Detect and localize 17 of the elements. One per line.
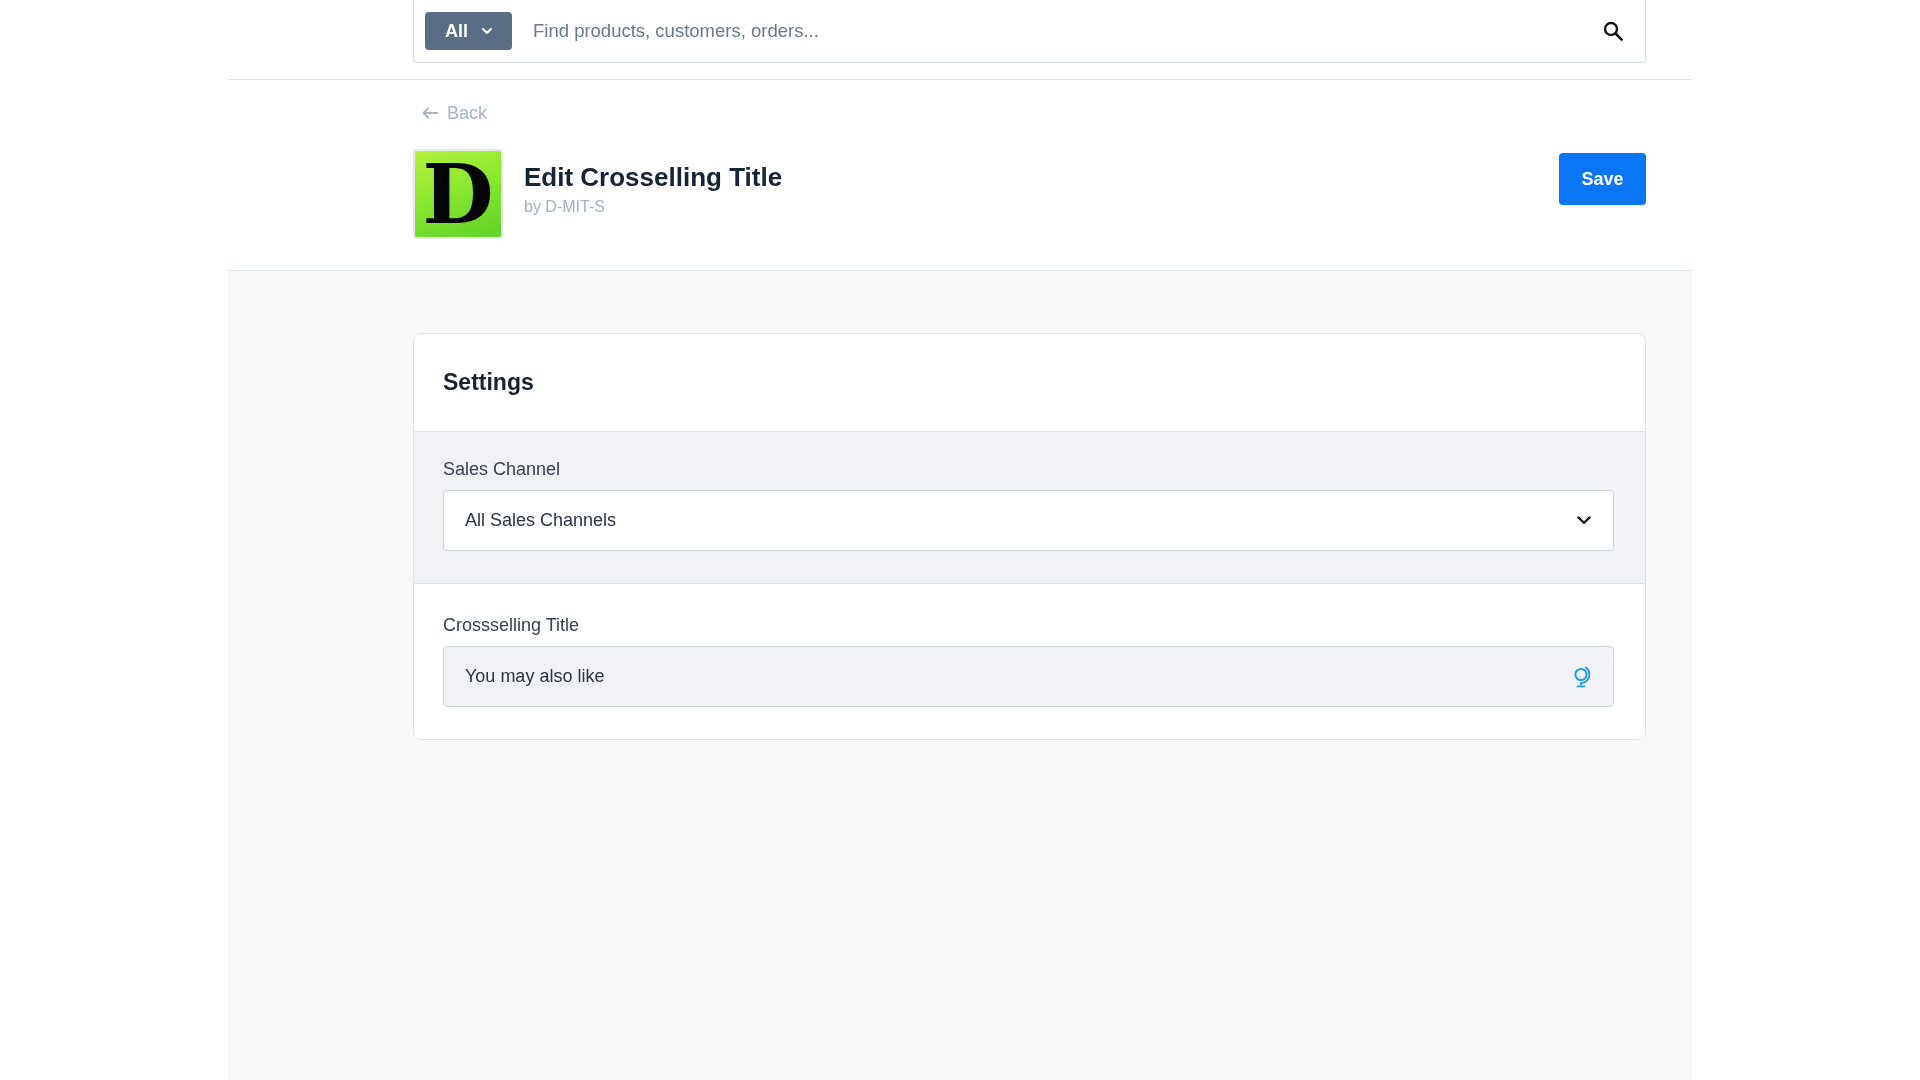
author-text: by D-MIT-S: [524, 198, 605, 216]
text-input[interactable]: You may also like: [443, 646, 1614, 707]
chevron-down-icon: [1577, 516, 1591, 525]
search-bar[interactable]: All Find products, customers, orders...: [413, 0, 1646, 63]
globe-icon[interactable]: [1573, 665, 1591, 688]
arrow-left-icon: [422, 107, 438, 119]
card-title: Settings: [443, 369, 534, 396]
page-title: Edit Crosselling Title: [524, 161, 783, 193]
app-logo: D: [413, 149, 503, 239]
field-label: Crossselling Title: [443, 615, 580, 635]
field-label: Sales Channel: [443, 459, 561, 479]
save-button[interactable]: Save: [1559, 153, 1646, 205]
search-input[interactable]: Find products, customers, orders...: [533, 16, 1603, 46]
search-icon[interactable]: [1603, 21, 1623, 41]
sales-channel-select[interactable]: All Sales Channels: [443, 490, 1614, 551]
chevron-down-icon: [482, 27, 492, 35]
search-scope-dropdown[interactable]: All: [425, 12, 512, 50]
